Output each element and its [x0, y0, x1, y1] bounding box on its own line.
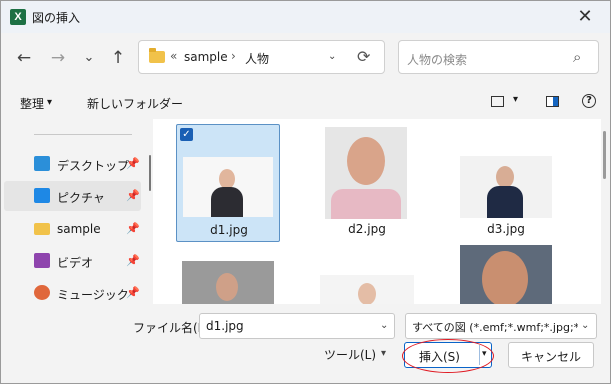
refresh-icon[interactable]: ⟳	[357, 47, 370, 66]
address-dropdown-icon[interactable]: ⌄	[328, 51, 336, 62]
sidebar-item-desktop[interactable]: デスクトップ 📌	[4, 149, 141, 179]
pin-icon[interactable]: 📌	[126, 157, 140, 170]
desktop-icon	[34, 156, 50, 171]
excel-icon: X	[10, 9, 26, 25]
navigation-pane: デスクトップ 📌 ピクチャ 📌 sample 📌 ビデオ 📌 ミュージック 📌	[1, 119, 153, 304]
up-button[interactable]: ↑	[107, 47, 129, 69]
title-bar: X 図の挿入 ✕	[1, 1, 610, 33]
tools-caret-icon[interactable]: ▾	[381, 348, 386, 359]
pin-icon[interactable]: 📌	[126, 189, 140, 202]
suit	[487, 186, 523, 218]
face	[216, 273, 238, 301]
filetype-value: すべての図 (*.emf;*.wmf;*.jpg;*.jp	[412, 321, 578, 334]
cancel-button[interactable]: キャンセル	[508, 342, 594, 368]
shirt	[331, 189, 401, 219]
file-item[interactable]	[454, 243, 558, 304]
folder-icon	[149, 48, 165, 63]
face	[358, 283, 376, 304]
thumbnail-image	[183, 157, 273, 217]
pin-icon[interactable]: 📌	[126, 222, 140, 235]
file-name: d3.jpg	[487, 222, 525, 236]
pictures-icon	[34, 188, 50, 203]
dialog-footer: ファイル名(N): d1.jpg ⌄ すべての図 (*.emf;*.wmf;*.…	[1, 304, 610, 383]
sidebar-item-label: sample	[57, 222, 101, 236]
help-icon[interactable]: ?	[582, 94, 596, 108]
pin-icon[interactable]: 📌	[126, 254, 140, 267]
file-item-d2[interactable]: d2.jpg	[315, 124, 419, 242]
sidebar-item-pictures[interactable]: ピクチャ 📌	[4, 181, 141, 211]
folder-icon	[34, 223, 50, 235]
face	[482, 251, 528, 304]
breadcrumb-people[interactable]: 人物	[245, 50, 269, 67]
file-item[interactable]	[315, 243, 419, 304]
thumbnail-image	[460, 245, 552, 304]
insert-picture-dialog: X 図の挿入 ✕ ← → ⌄ ↑ « sample › 人物 ⌄ ⟳ 人物の検索…	[0, 0, 611, 384]
thumbnail-image	[182, 261, 274, 304]
tools-menu[interactable]: ツール(L)	[324, 346, 376, 363]
thumbnail-image	[325, 127, 407, 219]
chevron-down-icon[interactable]: ⌄	[581, 320, 589, 331]
filename-value[interactable]: d1.jpg	[206, 319, 244, 333]
thumbnail-image	[460, 156, 552, 218]
sidebar-item-label: ピクチャ	[57, 191, 105, 205]
chevron-down-icon[interactable]: ⌄	[380, 320, 388, 331]
sidebar-item-label: デスクトップ	[57, 159, 130, 173]
file-name: d1.jpg	[210, 223, 248, 237]
filename-field[interactable]: d1.jpg ⌄	[199, 313, 395, 339]
file-list: ✓ d1.jpg d2.jpg d3.jpg	[153, 119, 601, 304]
pin-icon[interactable]: 📌	[126, 286, 140, 299]
file-list-scrollbar[interactable]	[603, 131, 606, 179]
back-button[interactable]: ←	[13, 47, 35, 69]
sidebar-item-music[interactable]: ミュージック 📌	[4, 278, 141, 304]
sidebar-scrollbar[interactable]	[149, 155, 151, 191]
checkbox-checked-icon[interactable]: ✓	[180, 128, 193, 141]
recent-locations-button[interactable]: ⌄	[78, 47, 100, 69]
overflow-chevron[interactable]: «	[170, 49, 177, 63]
videos-icon	[34, 253, 50, 268]
window-title: 図の挿入	[32, 11, 81, 25]
cancel-button-label: キャンセル	[520, 350, 581, 364]
organize-caret-icon[interactable]: ▾	[47, 97, 52, 108]
thumbnail-image	[320, 275, 414, 304]
address-bar[interactable]: « sample › 人物 ⌄ ⟳	[138, 40, 385, 74]
face	[496, 166, 514, 188]
navigation-bar: ← → ⌄ ↑ « sample › 人物 ⌄ ⟳ 人物の検索 ⌕	[1, 33, 610, 85]
sidebar-item-label: ミュージック	[57, 288, 129, 302]
breadcrumb-separator: ›	[231, 49, 236, 63]
sidebar-item-sample[interactable]: sample 📌	[4, 214, 141, 244]
view-options-icon[interactable]	[491, 96, 504, 107]
close-button[interactable]: ✕	[561, 1, 609, 32]
search-placeholder: 人物の検索	[407, 53, 468, 67]
file-item-d3[interactable]: d3.jpg	[454, 124, 558, 242]
sidebar-divider	[34, 134, 132, 135]
suit	[211, 187, 243, 217]
breadcrumb-sample[interactable]: sample	[184, 50, 228, 64]
search-box[interactable]: 人物の検索 ⌕	[398, 40, 599, 74]
file-item-d1[interactable]: ✓ d1.jpg	[176, 124, 280, 242]
face	[347, 137, 385, 185]
sidebar-item-videos[interactable]: ビデオ 📌	[4, 246, 141, 276]
organize-menu[interactable]: 整理	[20, 95, 44, 112]
search-icon[interactable]: ⌕	[573, 48, 581, 66]
music-icon	[34, 285, 50, 300]
face	[219, 169, 235, 189]
sidebar-item-label: ビデオ	[57, 256, 94, 270]
file-name: d2.jpg	[348, 222, 386, 236]
file-item[interactable]	[176, 243, 280, 304]
view-caret-icon[interactable]: ▾	[513, 94, 518, 105]
command-bar: 整理 ▾ 新しいフォルダー ▾ ?	[1, 85, 610, 119]
highlight-annotation	[402, 339, 494, 373]
preview-pane-icon[interactable]	[546, 96, 559, 107]
filetype-select[interactable]: すべての図 (*.emf;*.wmf;*.jpg;*.jp ⌄	[405, 313, 597, 339]
forward-button[interactable]: →	[47, 47, 69, 69]
new-folder-button[interactable]: 新しいフォルダー	[87, 95, 183, 112]
